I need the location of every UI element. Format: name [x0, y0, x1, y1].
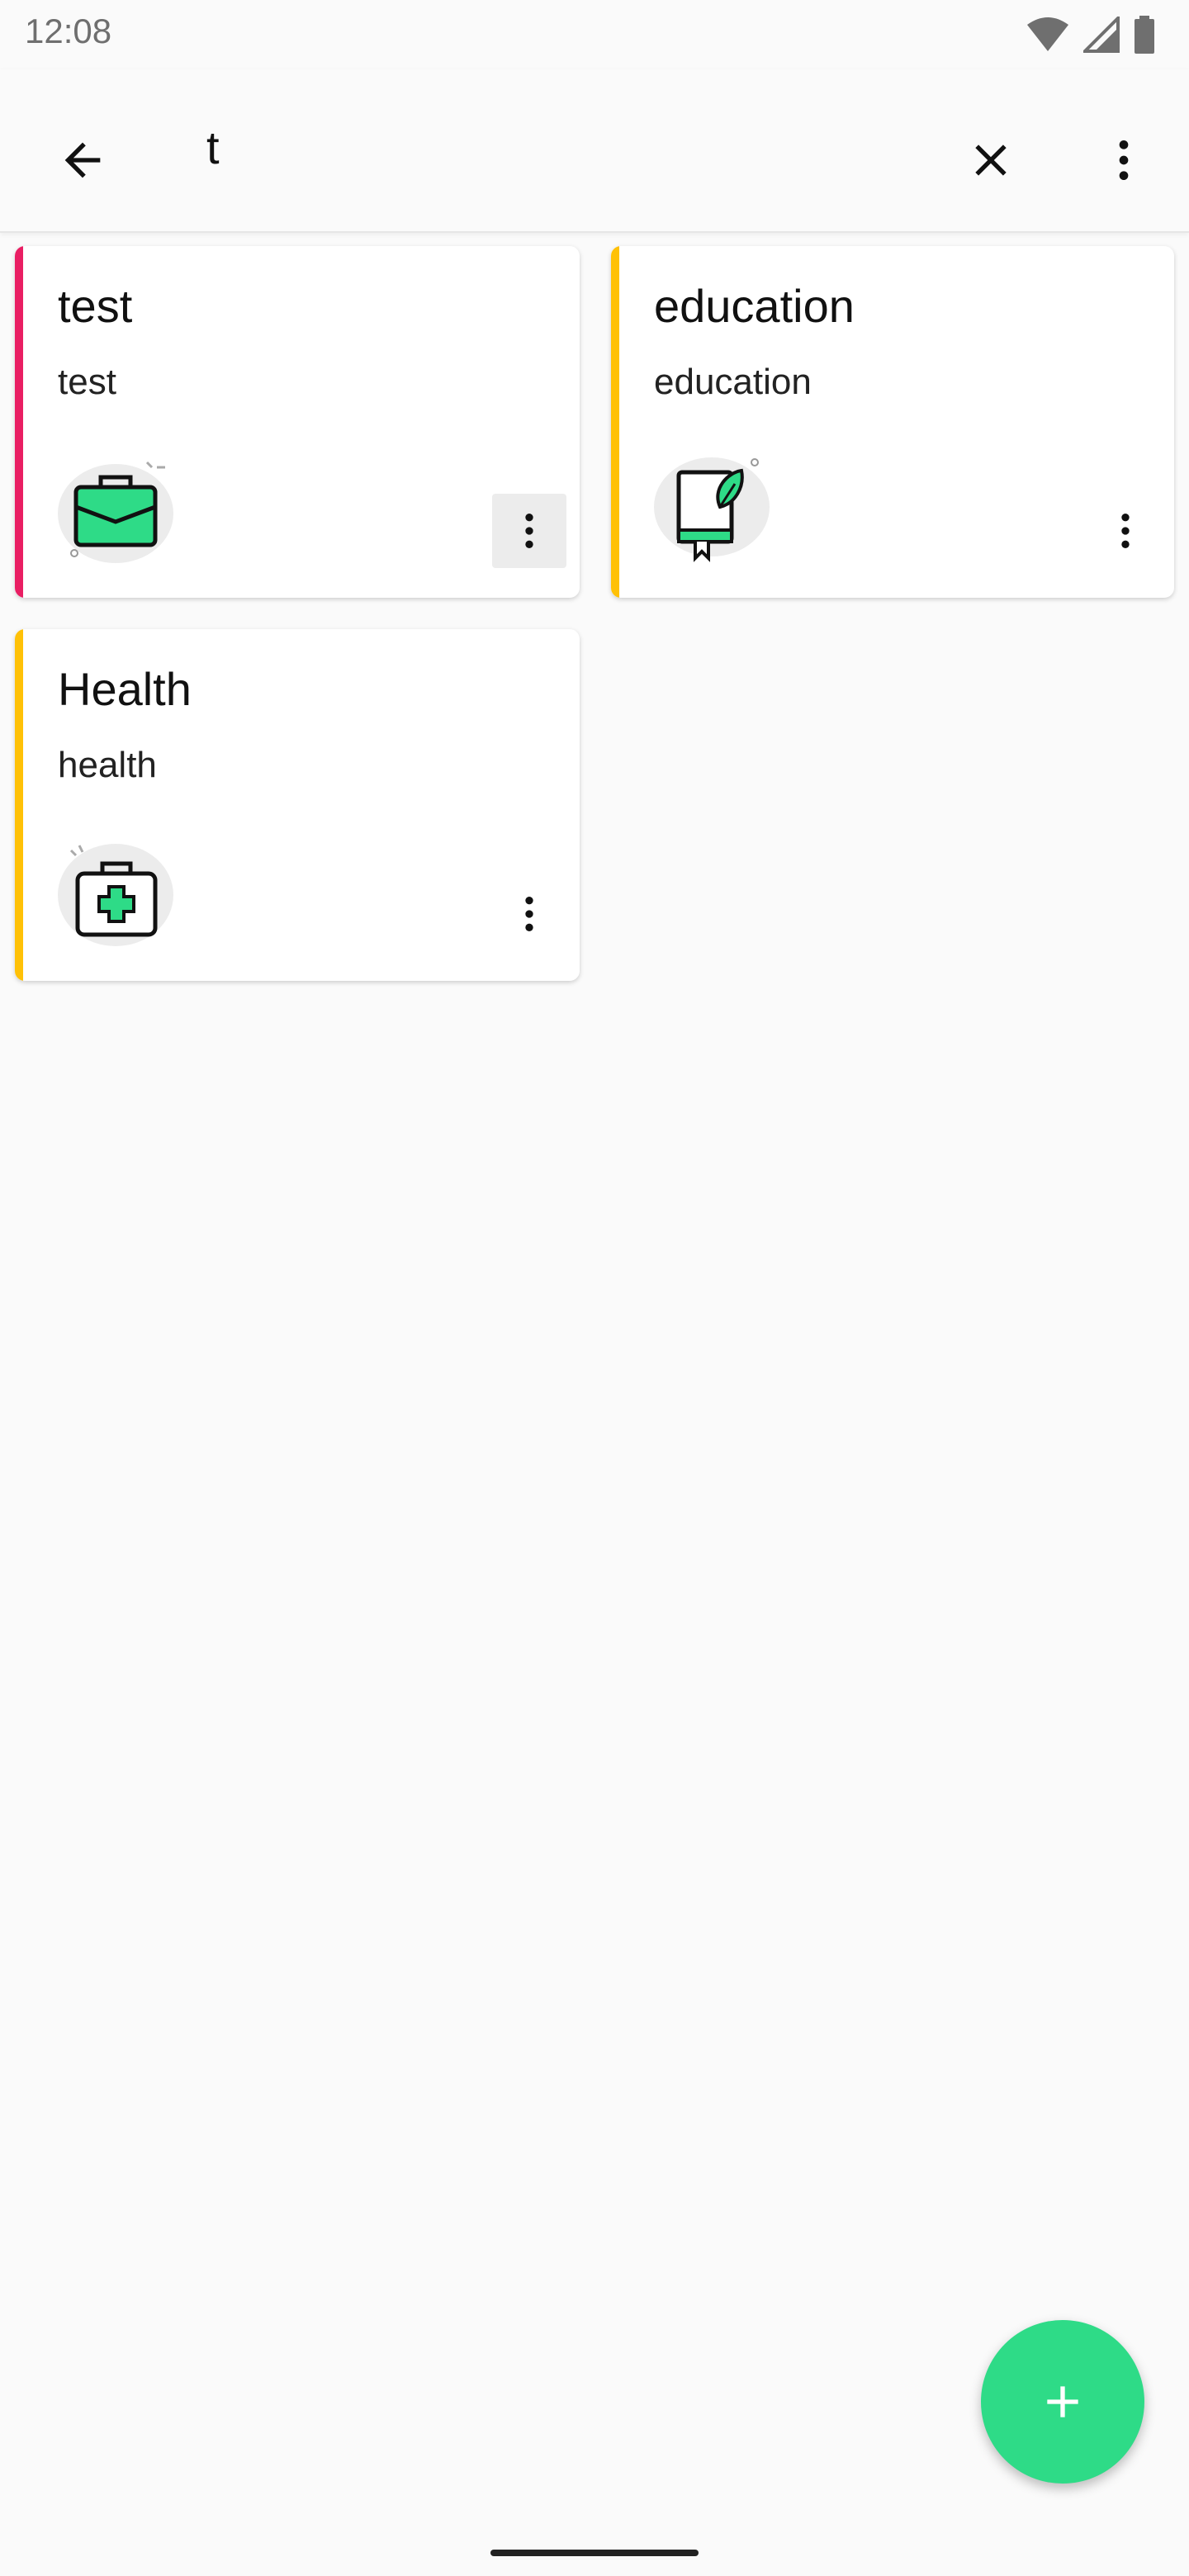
card-title: Health [58, 663, 192, 715]
status-icons [1026, 12, 1156, 58]
more-vert-icon [1119, 140, 1129, 180]
category-card-health[interactable]: Health health [15, 629, 580, 981]
category-card-test[interactable]: test test [15, 246, 580, 598]
card-menu-button[interactable] [1088, 494, 1163, 568]
status-bar: 12:08 [0, 0, 1189, 69]
more-vert-icon [525, 514, 533, 548]
close-icon [975, 144, 1007, 176]
clear-search-button[interactable] [941, 111, 1040, 210]
wifi-icon [1027, 17, 1068, 51]
status-time: 12:08 [25, 12, 112, 50]
card-subtitle: test [58, 362, 116, 402]
card-title: education [654, 280, 855, 332]
briefcase-icon [58, 461, 173, 563]
add-category-button[interactable] [981, 2320, 1144, 2484]
overflow-menu-button[interactable] [1078, 111, 1169, 210]
card-menu-button[interactable] [492, 877, 566, 951]
signal-icon [1083, 17, 1120, 53]
card-subtitle: education [654, 362, 812, 402]
card-accent-stripe [15, 629, 23, 981]
card-accent-stripe [611, 246, 619, 598]
medical-kit-icon [58, 844, 173, 946]
search-app-bar: t [0, 69, 1189, 233]
card-title: test [58, 280, 133, 332]
search-input[interactable]: t [206, 121, 220, 174]
book-leaf-icon [654, 457, 770, 562]
battery-icon [1135, 16, 1154, 54]
card-subtitle: health [58, 745, 157, 785]
card-accent-stripe [15, 246, 23, 598]
back-button[interactable] [33, 111, 132, 210]
arrow-back-icon [64, 142, 101, 178]
category-card-education[interactable]: education education [611, 246, 1174, 598]
plus-icon [1047, 2386, 1078, 2417]
home-indicator[interactable] [490, 2550, 699, 2556]
card-menu-button[interactable] [492, 494, 566, 568]
more-vert-icon [525, 897, 533, 931]
more-vert-icon [1121, 514, 1130, 548]
